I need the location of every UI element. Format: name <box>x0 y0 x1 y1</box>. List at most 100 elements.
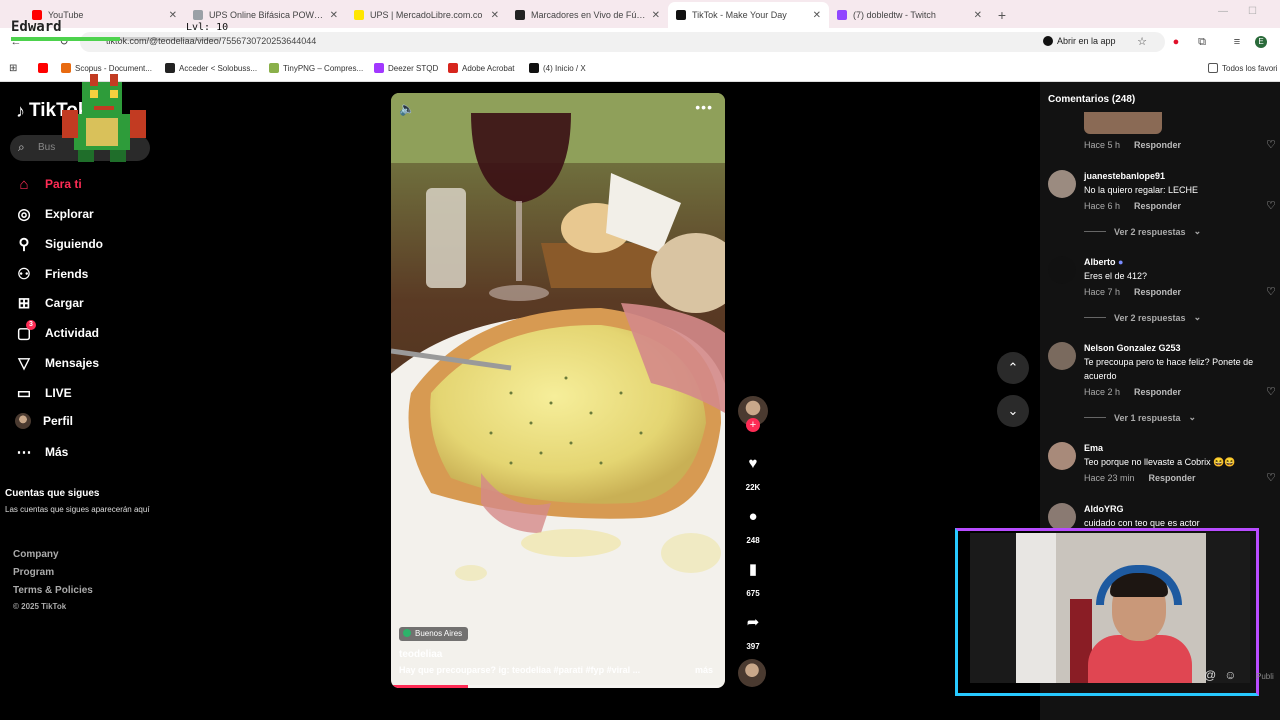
reply-button[interactable]: Responder <box>1134 287 1181 297</box>
extensions-icon[interactable]: ⧉ <box>1196 36 1208 48</box>
replies-label: Ver 2 respuestas <box>1114 312 1186 323</box>
creator-avatar[interactable]: + <box>738 396 768 432</box>
sidebar-item-siguiendo[interactable]: ⚲ Siguiendo <box>15 235 104 253</box>
previous-video-button[interactable]: ⌃ <box>997 352 1029 384</box>
sidebar-item-explorar[interactable]: ◎ Explorar <box>15 205 93 223</box>
view-replies-button[interactable]: Ver 2 respuestas ⌄ <box>1084 226 1201 237</box>
tab-label: UPS Online Bifásica POWEST 10 <box>209 10 326 20</box>
maximize-icon[interactable]: ☐ <box>1248 6 1257 17</box>
bookmark-youtube[interactable] <box>38 63 48 73</box>
apps-icon[interactable]: ⊞ <box>9 63 17 74</box>
comment-meta: Hace 7 h Responder <box>1084 287 1181 297</box>
description-more-link[interactable]: más <box>695 665 713 675</box>
more-options-icon[interactable]: ••• <box>695 99 713 115</box>
comment-user[interactable]: Alberto ● <box>1084 257 1123 267</box>
post-button[interactable]: Publi <box>1256 672 1274 681</box>
location-tag[interactable]: Buenos Aires <box>399 627 469 641</box>
close-tab-icon[interactable]: ✕ <box>652 10 660 21</box>
close-tab-icon[interactable]: ✕ <box>974 10 982 21</box>
new-tab-icon[interactable]: + <box>990 2 1014 28</box>
minimize-icon[interactable]: — <box>1218 6 1228 17</box>
bookmark-acrobat[interactable]: Adobe Acrobat <box>448 63 514 73</box>
comment-count: 248 <box>746 536 760 545</box>
bookmark-tinypng[interactable]: TinyPNG – Compres... <box>269 63 363 73</box>
mention-icon[interactable]: @ <box>1204 668 1216 682</box>
comment-user[interactable]: Nelson Gonzalez G253 <box>1084 343 1181 353</box>
close-tab-icon[interactable]: ✕ <box>330 10 338 21</box>
chevron-down-icon: ⌄ <box>1193 312 1202 322</box>
share-button[interactable]: ➦ 397 <box>738 607 768 651</box>
replies-divider <box>1084 317 1106 318</box>
profile-avatar[interactable]: E <box>1255 36 1267 48</box>
sidebar-item-actividad[interactable]: ▢ 3 Actividad <box>15 320 99 342</box>
replies-label: Ver 2 respuestas <box>1114 226 1186 237</box>
footer-link-terms[interactable]: Terms & Policies <box>13 585 93 596</box>
close-tab-icon[interactable]: ✕ <box>491 10 499 21</box>
footer-link-company[interactable]: Company <box>13 549 59 560</box>
comment-time: Hace 2 h <box>1084 387 1121 397</box>
comment-like-icon[interactable]: ♡ <box>1266 471 1276 484</box>
follow-plus-icon[interactable]: + <box>746 418 760 432</box>
comment-button[interactable]: ● 248 <box>738 501 768 546</box>
view-replies-button[interactable]: Ver 1 respuesta ⌄ <box>1084 412 1196 423</box>
live-icon: ▭ <box>16 385 32 402</box>
like-button[interactable]: ♥ 22K <box>738 448 768 493</box>
next-video-button[interactable]: ⌄ <box>997 395 1029 427</box>
sidebar-item-mas[interactable]: ⋯ Más <box>15 443 69 461</box>
sidebar-item-cargar[interactable]: ⊞ Cargar <box>15 294 84 312</box>
tab-label: Marcadores en Vivo de Fútbol, <box>531 10 648 20</box>
chevron-down-icon: ⌄ <box>1007 403 1019 418</box>
bookmark-label: Adobe Acrobat <box>462 63 515 73</box>
tab-tiktok[interactable]: TikTok - Make Your Day ✕ <box>668 2 829 28</box>
reply-button[interactable]: Responder <box>1134 201 1181 211</box>
reply-button[interactable]: Responder <box>1134 140 1181 150</box>
emoji-icon[interactable]: ☺ <box>1224 668 1236 682</box>
comment-user[interactable]: juanestebanlope91 <box>1084 171 1165 181</box>
comment-meta: Hace 5 h Responder <box>1084 140 1181 150</box>
comment-like-icon[interactable]: ♡ <box>1266 385 1276 398</box>
share-icon: ➦ <box>746 614 760 631</box>
save-button[interactable]: ▮ 675 <box>738 554 768 598</box>
all-bookmarks[interactable]: Todos los favori <box>1208 63 1278 73</box>
video-progress-bar[interactable] <box>391 685 725 688</box>
tab-marcadores[interactable]: Marcadores en Vivo de Fútbol, ✕ <box>507 2 668 28</box>
sound-avatar[interactable] <box>738 659 768 687</box>
footer-link-program[interactable]: Program <box>13 567 54 578</box>
verified-globe-icon: ● <box>1118 257 1124 267</box>
comment-like-icon[interactable]: ♡ <box>1266 285 1276 298</box>
media-icon[interactable]: ≡ <box>1231 36 1243 48</box>
sidebar-item-live[interactable]: ▭ LIVE <box>15 384 72 402</box>
reply-button[interactable]: Responder <box>1149 473 1196 483</box>
friends-icon: ⚇ <box>17 266 31 283</box>
comment-user[interactable]: AldoYRG <box>1084 504 1124 514</box>
replies-label: Ver 1 respuesta <box>1114 412 1181 423</box>
reply-button[interactable]: Responder <box>1134 387 1181 397</box>
comment-like-icon[interactable]: ♡ <box>1266 138 1276 151</box>
bookmark-solobuss[interactable]: Acceder < Solobuss... <box>165 63 257 73</box>
comment-user[interactable]: Ema <box>1084 443 1103 453</box>
video-player[interactable]: 🔈 ••• Buenos Aires teodeliaa Hay que pre… <box>391 93 725 688</box>
following-icon: ⚲ <box>18 236 30 253</box>
view-replies-button[interactable]: Ver 2 respuestas ⌄ <box>1084 312 1201 323</box>
volume-icon[interactable]: 🔈 <box>399 101 415 117</box>
url-field[interactable]: tiktok.com/@teodeliaa/video/755673072025… <box>80 32 1165 52</box>
tab-twitch[interactable]: (7) dobledtw - Twitch ✕ <box>829 2 990 28</box>
sidebar-item-mensajes[interactable]: ▽ Mensajes <box>15 354 99 372</box>
sidebar-item-perfil[interactable]: Perfil <box>15 413 73 429</box>
sidebar-item-friends[interactable]: ⚇ Friends <box>15 265 88 283</box>
close-tab-icon[interactable]: ✕ <box>169 10 177 21</box>
bookmark-x[interactable]: (4) Inicio / X <box>529 63 586 73</box>
avatar <box>1048 342 1076 370</box>
comment-like-icon[interactable]: ♡ <box>1266 199 1276 212</box>
extension-opera-icon[interactable]: ● <box>1170 36 1182 48</box>
star-icon[interactable]: ☆ <box>1136 36 1148 48</box>
tab-label: TikTok - Make Your Day <box>692 10 787 20</box>
like-count: 22K <box>745 483 761 492</box>
close-tab-icon[interactable]: ✕ <box>813 10 821 21</box>
video-author[interactable]: teodeliaa <box>399 649 442 660</box>
tab-mercadolibre[interactable]: UPS | MercadoLibre.com.co ✕ <box>346 2 507 28</box>
open-in-app-button[interactable]: Abrir en la app <box>1043 36 1116 46</box>
webcam-feed <box>970 533 1250 683</box>
bookmark-deezer[interactable]: Deezer STQD <box>374 63 438 73</box>
sidebar-item-para-ti[interactable]: ⌂ Para ti <box>15 175 81 193</box>
